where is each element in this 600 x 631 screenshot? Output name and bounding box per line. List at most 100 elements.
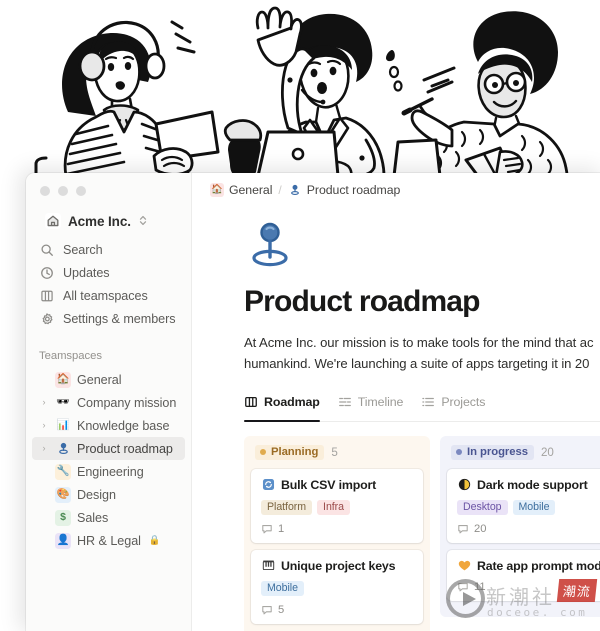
card-title: Bulk CSV import xyxy=(281,477,377,492)
teamspaces-icon xyxy=(39,288,54,303)
location-pin-icon[interactable] xyxy=(244,218,600,275)
comment-count: 5 xyxy=(278,603,285,616)
tag-platform[interactable]: Platform xyxy=(261,499,313,515)
card-title: Rate app prompt modal xyxy=(477,558,600,573)
main-panel: 🏠 General / Product roadmap Product road… xyxy=(192,173,600,631)
screenshot-root: Acme Inc. Search Updates All teamspaces … xyxy=(0,0,600,631)
column-count: 5 xyxy=(331,445,338,459)
column-name: In progress xyxy=(467,446,528,459)
page-description-line-2: humankind. We're launching a suite of ap… xyxy=(244,355,590,371)
card-tags: Mobile xyxy=(261,580,413,596)
breadcrumb-parent-label: General xyxy=(229,182,273,197)
status-badge: Planning xyxy=(255,444,325,460)
tab-label: Timeline xyxy=(357,395,404,410)
teamspace-emoji: 🕶 xyxy=(56,396,70,409)
sidebar-item-product-roadmap[interactable]: › Product roadmap xyxy=(32,437,185,460)
sidebar-item-general[interactable]: › 🏠 General xyxy=(32,368,185,391)
teamspaces-list: › 🏠 General › 🕶 Company mission › 📊 Know… xyxy=(26,368,191,552)
sidebar-item-updates[interactable]: Updates xyxy=(32,261,185,284)
sidebar-item-company-mission[interactable]: › 🕶 Company mission xyxy=(32,391,185,414)
zoom-button[interactable] xyxy=(76,186,86,196)
card-title-row: Bulk CSV import xyxy=(261,478,413,492)
chevron-right-icon[interactable]: › xyxy=(39,398,49,407)
tab-label: Projects xyxy=(441,395,486,410)
chevron-updown-icon[interactable] xyxy=(139,215,147,228)
teamspace-label: Company mission xyxy=(77,395,177,410)
board-card[interactable]: Bulk CSV import Platform Infra 1 xyxy=(251,468,423,543)
chevron-right-icon[interactable]: › xyxy=(39,421,49,430)
tab-roadmap[interactable]: Roadmap xyxy=(244,391,320,422)
sidebar-item-label: Search xyxy=(63,242,103,257)
card-meta: 5 xyxy=(261,604,413,616)
card-tags: Desktop Mobile xyxy=(457,499,600,515)
kanban-board: Planning 5 Bulk CSV import Platform Infr… xyxy=(244,435,600,631)
comment-icon xyxy=(457,581,469,593)
status-badge: In progress xyxy=(451,444,534,460)
comment-icon xyxy=(457,523,469,535)
card-title: Unique project keys xyxy=(281,558,396,573)
board-card[interactable]: Unique project keys Mobile 5 xyxy=(251,549,423,624)
teamspace-emoji xyxy=(55,441,71,457)
tag-infra[interactable]: Infra xyxy=(317,499,350,515)
house-icon xyxy=(45,213,61,229)
close-button[interactable] xyxy=(40,186,50,196)
tag-mobile[interactable]: Mobile xyxy=(261,580,304,596)
clock-icon xyxy=(39,265,54,280)
timeline-icon xyxy=(338,395,352,409)
workspace-name: Acme Inc. xyxy=(68,213,131,229)
chevron-right-icon[interactable]: › xyxy=(39,444,49,453)
window-traffic-lights[interactable] xyxy=(26,173,191,203)
teamspace-label: Design xyxy=(77,487,116,502)
workspace-switcher[interactable]: Acme Inc. xyxy=(32,209,185,233)
sidebar-item-settings-members[interactable]: Settings & members xyxy=(32,307,185,330)
card-tags: Platform Infra xyxy=(261,499,413,515)
column-header[interactable]: Planning 5 xyxy=(251,443,423,461)
tab-timeline[interactable]: Timeline xyxy=(338,391,404,421)
house-icon: 🏠 xyxy=(210,182,224,197)
tab-label: Roadmap xyxy=(264,395,320,410)
teamspaces-section-label: Teamspaces xyxy=(39,350,102,362)
sidebar-item-design[interactable]: › 🎨 Design xyxy=(32,483,185,506)
teamspace-label: General xyxy=(77,372,122,387)
hero-illustration xyxy=(0,0,600,176)
sidebar-item-all-teamspaces[interactable]: All teamspaces xyxy=(32,284,185,307)
card-title: Dark mode support xyxy=(477,477,588,492)
page-content: Product roadmap At Acme Inc. our mission… xyxy=(192,206,600,631)
sidebar-item-knowledge-base[interactable]: › 📊 Knowledge base xyxy=(32,414,185,437)
teamspace-emoji: $ xyxy=(55,509,71,526)
board-column-planning: Planning 5 Bulk CSV import Platform Infr… xyxy=(244,435,430,631)
card-title-row: Unique project keys xyxy=(261,559,413,573)
tag-mobile[interactable]: Mobile xyxy=(512,499,556,515)
sidebar-item-engineering[interactable]: › 🔧 Engineering xyxy=(32,460,185,483)
page-description: At Acme Inc. our mission is to make tool… xyxy=(244,332,600,374)
sidebar-item-sales[interactable]: › $ Sales xyxy=(32,506,185,529)
location-pin-icon xyxy=(288,183,302,197)
sidebar-item-hr-legal[interactable]: › 👤 HR & Legal 🔒 xyxy=(32,529,185,552)
breadcrumb-current[interactable]: Product roadmap xyxy=(284,181,405,199)
column-header[interactable]: In progress 20 xyxy=(447,443,600,461)
sync-icon xyxy=(261,478,275,492)
tab-projects[interactable]: Projects xyxy=(421,391,485,421)
comment-count: 11 xyxy=(474,580,486,593)
column-name: Planning xyxy=(271,446,319,459)
breadcrumb-separator: / xyxy=(278,182,282,197)
teamspace-emoji: 👤 xyxy=(55,532,71,549)
page-title: Product roadmap xyxy=(244,285,480,318)
app-window: Acme Inc. Search Updates All teamspaces … xyxy=(26,173,600,631)
sidebar-item-label: Updates xyxy=(63,265,110,280)
breadcrumb-parent[interactable]: 🏠 General xyxy=(206,181,276,199)
teamspace-emoji: 🏠 xyxy=(55,371,71,388)
lock-icon: 🔒 xyxy=(148,535,161,546)
board-card[interactable]: Rate app prompt modal 11 xyxy=(447,549,600,601)
view-tabs: Roadmap Timeline Projects xyxy=(244,392,600,422)
sidebar-item-search[interactable]: Search xyxy=(32,238,185,261)
status-dot-icon xyxy=(456,449,462,456)
board-column-in-progress: In progress 20 Dark mode support Desktop… xyxy=(440,435,600,617)
tag-desktop[interactable]: Desktop xyxy=(457,499,508,515)
teamspace-label: Sales xyxy=(77,510,109,525)
board-card[interactable]: Dark mode support Desktop Mobile 20 xyxy=(447,468,600,543)
sidebar: Acme Inc. Search Updates All teamspaces … xyxy=(26,173,192,631)
page-description-line-1: At Acme Inc. our mission is to make tool… xyxy=(244,334,594,350)
minimize-button[interactable] xyxy=(58,186,68,196)
teamspace-label: Engineering xyxy=(77,464,144,479)
